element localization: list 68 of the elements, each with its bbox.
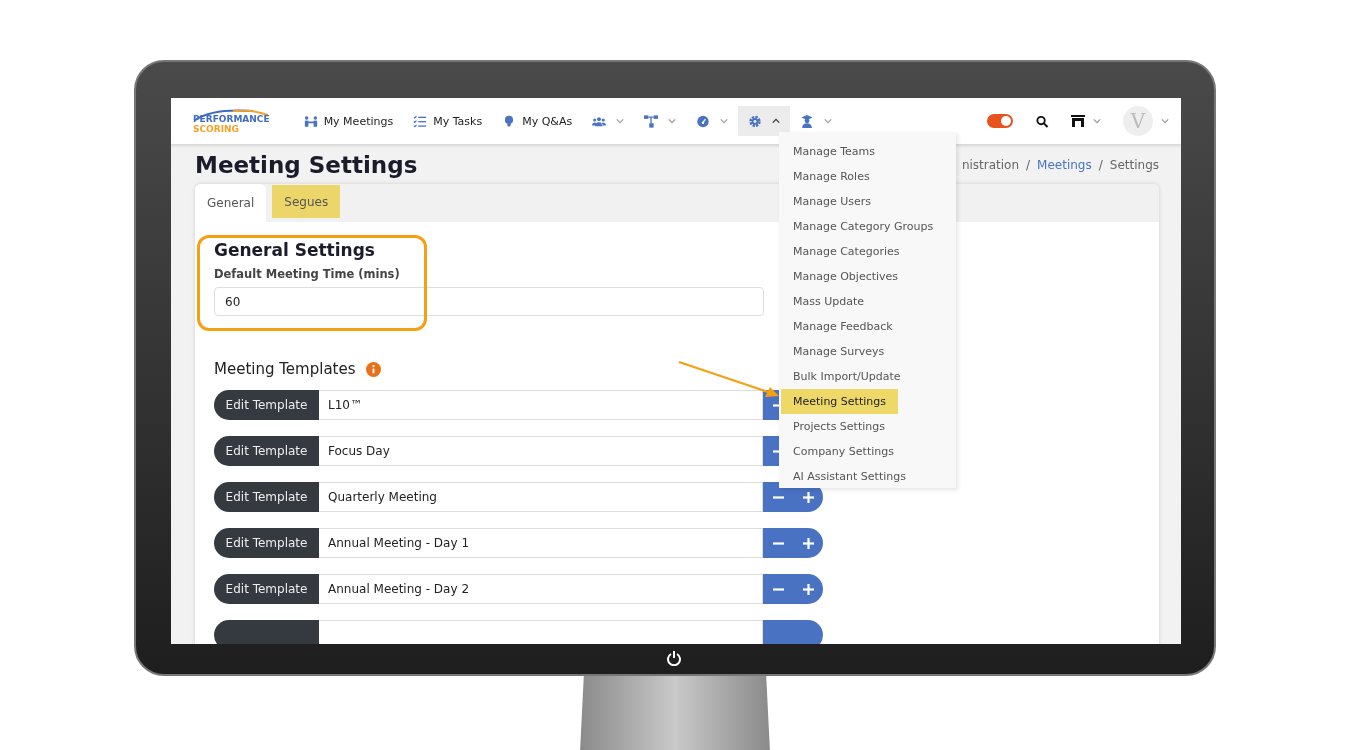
input-field[interactable]: Annual Meeting - Day 2 — [319, 574, 763, 604]
input-field[interactable] — [319, 620, 763, 644]
nav-link[interactable]: My Tasks — [403, 114, 493, 128]
menu-item[interactable]: AI Assistant Settings — [781, 464, 918, 488]
plus-icon[interactable] — [802, 583, 814, 595]
breadcrumb-separator: / — [1026, 158, 1031, 172]
hierarchy-icon[interactable] — [644, 114, 659, 128]
tab[interactable]: Segues — [272, 185, 341, 218]
info-icon[interactable] — [365, 361, 381, 377]
edit-template-button[interactable]: Edit Template — [214, 528, 319, 558]
input-field[interactable]: L10™ — [319, 390, 763, 420]
nav-link[interactable]: My Meetings — [293, 114, 404, 128]
gate-icon[interactable] — [1071, 115, 1085, 127]
menu-item[interactable]: Manage Roles — [781, 164, 882, 189]
menu-item[interactable]: Manage Categories — [781, 239, 912, 264]
input-field[interactable]: 60 — [214, 287, 764, 316]
settings-icon[interactable] — [748, 114, 763, 128]
plus-icon[interactable] — [802, 537, 814, 549]
menu-item[interactable]: Meeting Settings — [781, 389, 898, 414]
menu-item[interactable]: Manage Objectives — [781, 264, 911, 289]
menu-item[interactable]: Bulk Import/Update — [781, 364, 913, 389]
caret-icon — [1093, 118, 1101, 124]
breadcrumb-item: nistration — [961, 158, 1020, 172]
edit-template-button[interactable]: Edit Template — [214, 482, 319, 512]
page-title: Meeting Settings — [195, 152, 418, 178]
menu-item[interactable]: Manage Surveys — [781, 339, 897, 364]
menu-item[interactable]: Manage Category Groups — [781, 214, 946, 239]
section-heading: Meeting Templates — [214, 360, 356, 378]
people-icon[interactable] — [592, 114, 607, 128]
menu-item[interactable]: Mass Update — [781, 289, 877, 314]
graduate-icon[interactable] — [800, 114, 815, 128]
section-heading: General Settings — [214, 240, 376, 260]
edit-template-button[interactable]: Edit Template — [214, 390, 319, 420]
edit-template-button[interactable]: Edit Template — [214, 574, 319, 604]
caret-icon — [772, 118, 781, 124]
menu-item[interactable]: Manage Teams — [781, 139, 887, 164]
stepper-control[interactable] — [763, 620, 823, 644]
menu-item[interactable]: Projects Settings — [781, 414, 897, 439]
toggle-switch[interactable] — [987, 114, 1013, 128]
logo[interactable]: PERFORMANCE SCORING — [193, 108, 270, 134]
menu-item[interactable]: Company Settings — [781, 439, 906, 464]
stepper-control[interactable] — [763, 574, 823, 604]
input-field[interactable]: Focus Day — [319, 436, 763, 466]
edit-template-button[interactable] — [214, 620, 319, 644]
caret-icon — [616, 118, 625, 124]
tab[interactable]: General — [195, 184, 267, 222]
gauge-icon[interactable] — [696, 114, 711, 128]
search-icon[interactable] — [1035, 114, 1049, 128]
input-field[interactable]: Annual Meeting - Day 1 — [319, 528, 763, 558]
meeting-icon — [303, 114, 318, 128]
checklist-icon — [413, 114, 428, 128]
breadcrumb-item: Settings — [1109, 158, 1159, 172]
caret-icon — [1161, 118, 1169, 124]
stepper-control[interactable] — [763, 528, 823, 558]
caret-icon — [824, 118, 833, 124]
power-icon — [666, 650, 682, 666]
edit-template-button[interactable]: Edit Template — [214, 436, 319, 466]
menu-item[interactable]: Manage Users — [781, 189, 883, 214]
input-field[interactable]: Quarterly Meeting — [319, 482, 763, 512]
menu-item[interactable]: Manage Feedback — [781, 314, 905, 339]
plus-icon[interactable] — [802, 491, 814, 503]
caret-icon — [668, 118, 677, 124]
breadcrumb-link[interactable]: Meetings — [1037, 158, 1092, 172]
nav-link[interactable]: My Q&As — [492, 114, 583, 128]
caret-icon — [720, 118, 729, 124]
nav-menu[interactable] — [738, 106, 791, 136]
breadcrumb-separator: / — [1098, 158, 1103, 172]
field-label: Default Meeting Time (mins) — [214, 267, 401, 281]
